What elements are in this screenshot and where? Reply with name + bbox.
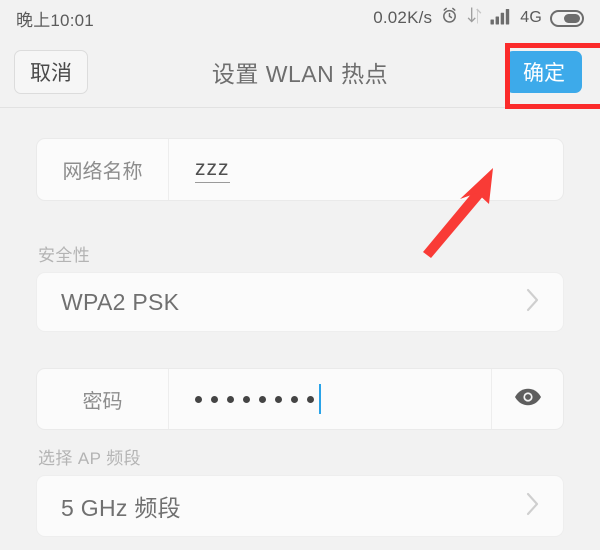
status-time: 晚上10:01 [16,10,94,30]
battery-icon [550,9,584,27]
ssid-label: 网络名称 [37,139,169,200]
password-dots [195,395,314,403]
status-bar: 晚上10:01 0.02K/s 4G [0,0,600,36]
eye-icon [513,387,543,412]
alarm-clock-icon [440,6,459,30]
password-input[interactable] [169,369,491,429]
toggle-password-visibility-button[interactable] [491,369,563,429]
password-field-card[interactable]: 密码 [36,368,564,430]
password-label: 密码 [37,369,169,429]
text-caret [319,384,321,414]
ap-band-row[interactable]: 5 GHz 频段 [36,475,564,537]
phone-screen: 晚上10:01 0.02K/s 4G 取消 设置 WLAN 热点 确定 网络名称… [0,0,600,550]
ap-band-value: 5 GHz 频段 [61,495,181,521]
confirm-button[interactable]: 确定 [506,51,582,93]
security-section-label: 安全性 [38,246,91,265]
ssid-input[interactable]: zzz [169,139,563,200]
battery-fill [564,13,580,23]
chevron-right-icon [525,287,541,318]
chevron-right-icon [525,491,541,522]
signal-bars-icon [490,7,512,30]
status-indicators: 0.02K/s 4G [373,6,584,30]
ssid-field-card[interactable]: 网络名称 zzz [36,138,564,201]
network-speed: 0.02K/s [373,8,433,27]
security-value: WPA2 PSK [61,288,180,315]
settings-content: 网络名称 zzz 安全性 WPA2 PSK 密码 选择 AP 频段 5 GHz … [0,109,600,550]
title-bar: 取消 设置 WLAN 热点 确定 [0,36,600,108]
security-row[interactable]: WPA2 PSK [36,272,564,332]
ap-band-section-label: 选择 AP 频段 [38,449,142,468]
network-type-label: 4G [520,9,542,26]
ssid-value: zzz [195,156,230,184]
cancel-button[interactable]: 取消 [14,50,88,94]
data-transfer-icon [467,6,482,30]
